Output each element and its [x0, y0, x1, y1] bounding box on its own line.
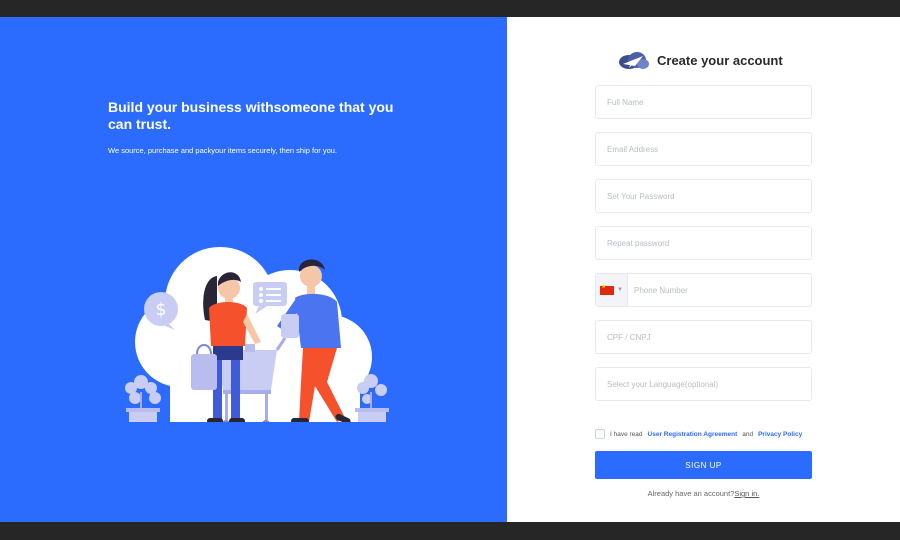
language-select[interactable] — [596, 368, 811, 400]
hero-title: Build your business withsomeone that you… — [108, 99, 394, 132]
signin-row: Already have an account?Sign in. — [595, 489, 812, 498]
agreement-prefix: I have read — [610, 430, 643, 438]
password-input[interactable] — [596, 180, 811, 212]
signin-link[interactable]: Sign in. — [734, 489, 759, 498]
email-field[interactable] — [595, 132, 812, 166]
signup-form-panel: Create your account ▼ I h — [507, 17, 900, 522]
full-name-input[interactable] — [596, 86, 811, 118]
brand-header: Create your account — [617, 50, 783, 70]
signup-page: Build your business withsomeone that you… — [0, 17, 900, 522]
svg-text:$: $ — [156, 300, 167, 320]
email-input[interactable] — [596, 133, 811, 165]
full-name-field[interactable] — [595, 85, 812, 119]
repeat-password-field[interactable] — [595, 226, 812, 260]
china-flag-icon — [600, 283, 615, 295]
registration-agreement-link[interactable]: User Registration Agreement — [648, 431, 738, 438]
cloud-plane-icon — [619, 52, 649, 69]
repeat-password-input[interactable] — [596, 227, 811, 259]
phone-input[interactable] — [628, 274, 811, 306]
hero-panel: Build your business withsomeone that you… — [0, 17, 507, 522]
signin-prompt: Already have an account? — [647, 489, 735, 498]
agreement-row: I have read User Registration Agreement … — [595, 429, 802, 439]
plant-left-icon — [125, 375, 161, 422]
country-code-selector[interactable]: ▼ — [596, 274, 629, 306]
agreement-and: and — [742, 430, 754, 438]
cpf-input[interactable] — [596, 321, 811, 353]
agreement-checkbox[interactable] — [595, 429, 605, 439]
page-title: Create your account — [657, 52, 783, 68]
password-field[interactable] — [595, 179, 812, 213]
privacy-policy-link[interactable]: Privacy Policy — [758, 431, 802, 438]
phone-field[interactable]: ▼ — [595, 273, 812, 307]
signup-button[interactable]: SIGN UP — [595, 451, 812, 479]
chevron-down-icon: ▼ — [617, 287, 623, 293]
hero-subtitle: We source, purchase and packyour items s… — [108, 146, 338, 155]
language-field[interactable] — [595, 367, 812, 401]
shopping-illustration: $ — [125, 247, 389, 422]
cpf-field[interactable] — [595, 320, 812, 354]
